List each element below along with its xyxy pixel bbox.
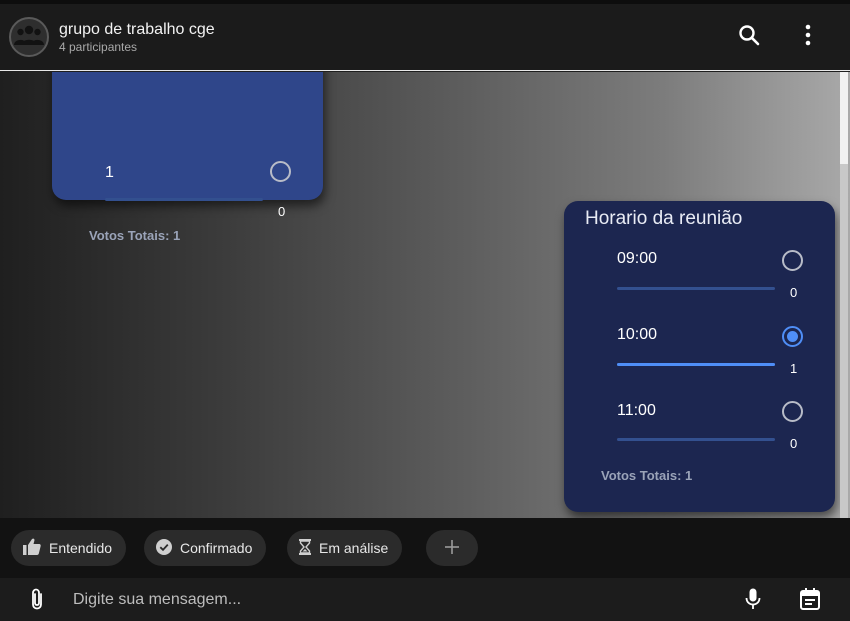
voice-message-button[interactable] [740, 588, 766, 614]
poll-option-bar [105, 198, 263, 201]
thumbs-up-icon [23, 538, 41, 558]
search-button[interactable] [736, 24, 762, 50]
poll-option-radio-1000[interactable] [782, 326, 803, 347]
more-options-button[interactable] [795, 24, 821, 50]
poll-total-votes: Votos Totais: 1 [89, 228, 181, 243]
message-composer [0, 578, 850, 621]
attach-button[interactable] [24, 588, 50, 614]
poll-option-bar [617, 287, 775, 290]
hourglass-icon [299, 538, 311, 558]
quick-reply-label: Confirmado [180, 540, 253, 556]
participants-count: 4 participantes [59, 40, 138, 54]
quick-reply-label: Entendido [49, 540, 113, 556]
search-icon [738, 24, 760, 51]
chat-scrollbar-thumb[interactable] [840, 72, 848, 164]
poll-option-radio[interactable] [270, 161, 291, 182]
poll-total-votes: Votos Totais: 1 [601, 468, 693, 483]
quick-reply-entendido[interactable]: Entendido [11, 530, 127, 566]
calendar-icon [800, 587, 820, 615]
poll-option-count: 0 [790, 436, 798, 451]
poll-option-bar [617, 363, 775, 366]
message-input[interactable] [62, 584, 712, 616]
group-icon [14, 24, 44, 51]
poll-option-count: 0 [790, 285, 798, 300]
microphone-icon [745, 588, 761, 615]
poll-option-radio-0900[interactable] [782, 250, 803, 271]
quick-reply-confirmado[interactable]: Confirmado [144, 530, 267, 566]
add-quick-reply-button[interactable] [426, 530, 478, 566]
chat-area: 1 0 Votos Totais: 1 Horario da reunião 0… [0, 72, 850, 518]
poll-option-radio-1100[interactable] [782, 401, 803, 422]
quick-reply-em-analise[interactable]: Em análise [287, 530, 403, 566]
attach-icon [30, 588, 44, 615]
poll-option-label: 09:00 [617, 250, 658, 267]
group-avatar[interactable] [9, 17, 49, 57]
plus-icon [445, 539, 459, 557]
poll-option-label: 1 [105, 164, 114, 181]
poll-card: Horario da reunião 09:00 0 10:00 1 11:00… [564, 201, 835, 512]
check-circle-icon [156, 538, 172, 558]
chat-title[interactable]: grupo de trabalho cge [59, 21, 215, 39]
poll-question: Horario da reunião [585, 208, 743, 229]
schedule-message-button[interactable] [797, 587, 823, 615]
chat-header: grupo de trabalho cge 4 participantes [0, 4, 850, 71]
poll-option-bar [617, 438, 775, 441]
more-vertical-icon [805, 24, 811, 51]
poll-option-count: 1 [790, 361, 798, 376]
poll-option-label: 10:00 [617, 326, 658, 343]
poll-option-count: 0 [278, 204, 286, 219]
quick-reply-label: Em análise [319, 540, 389, 556]
poll-option-label: 11:00 [617, 402, 656, 419]
quick-replies: Entendido Confirmado Em análise [0, 518, 850, 578]
previous-poll-card: 1 0 Votos Totais: 1 [52, 72, 323, 243]
